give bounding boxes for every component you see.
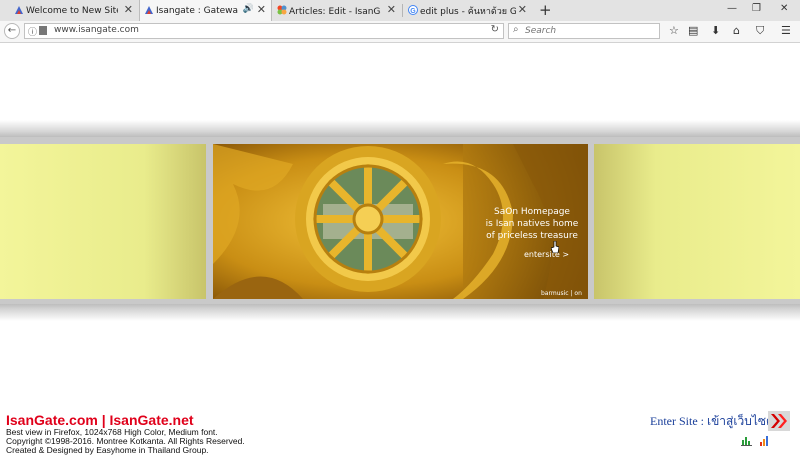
hero-caption-line: is Isan natives home bbox=[485, 219, 579, 229]
gallery-bottom-shadow bbox=[0, 304, 800, 321]
tab-title: Isangate : Gateway to Nor bbox=[156, 5, 238, 16]
gallery-right-panel bbox=[594, 144, 800, 299]
minimize-button[interactable]: — bbox=[727, 3, 737, 14]
tab-bar: Welcome to New Site - Isan ✕ Isangate : … bbox=[0, 0, 800, 22]
url-text[interactable]: www.isangate.com bbox=[54, 25, 139, 35]
tab-title: Articles: Edit - IsanGate : ประ bbox=[289, 6, 381, 17]
reload-icon[interactable]: ↻ bbox=[491, 24, 499, 35]
hero-caption-line: SaOn Homepage bbox=[494, 207, 570, 217]
url-bar[interactable]: ⓘ www.isangate.com ↻ bbox=[24, 23, 504, 39]
reading-list-icon[interactable]: ▤ bbox=[688, 23, 698, 39]
back-icon[interactable]: ← bbox=[4, 23, 20, 39]
enter-site-button[interactable]: Enter Site : เข้าสู่เว็บไซต์ bbox=[650, 412, 774, 431]
tab-separator bbox=[402, 4, 403, 17]
home-icon[interactable]: ⌂ bbox=[733, 23, 740, 39]
site-favicon-icon bbox=[15, 6, 23, 14]
bookmark-star-icon[interactable]: ☆ bbox=[669, 23, 679, 39]
tab-articles-edit[interactable]: Articles: Edit - IsanGate : ประ ✕ bbox=[273, 0, 401, 21]
tab-welcome[interactable]: Welcome to New Site - Isan ✕ bbox=[10, 0, 138, 21]
hero-brand-mark: barmusic | on bbox=[541, 290, 582, 297]
close-tab-icon[interactable]: ✕ bbox=[518, 3, 527, 17]
svg-text:G: G bbox=[410, 8, 416, 15]
google-favicon-icon: G bbox=[408, 5, 418, 15]
tab-title: edit plus - ค้นหาด้วย Google bbox=[420, 6, 516, 17]
close-window-button[interactable]: ✕ bbox=[780, 3, 788, 14]
enter-site-link[interactable]: entersite > bbox=[524, 250, 569, 259]
search-input[interactable] bbox=[525, 25, 655, 37]
gallery-top-shadow bbox=[0, 120, 800, 137]
close-tab-icon[interactable]: ✕ bbox=[257, 3, 266, 17]
footer-brand[interactable]: IsanGate.com | IsanGate.net bbox=[6, 412, 194, 428]
new-tab-button[interactable]: + bbox=[539, 2, 552, 18]
pocket-icon[interactable]: ⛉ bbox=[756, 23, 764, 39]
download-icon[interactable]: ⬇ bbox=[711, 23, 720, 39]
site-favicon-icon bbox=[145, 6, 153, 14]
close-tab-icon[interactable]: ✕ bbox=[387, 3, 396, 17]
info-icon[interactable]: ⓘ bbox=[28, 25, 37, 38]
joomla-favicon-icon bbox=[277, 5, 287, 15]
speaker-icon[interactable]: 🔊 bbox=[243, 4, 254, 14]
gallery-left-panel bbox=[0, 144, 206, 299]
footer-line: Created & Designed by Easyhome in Thaila… bbox=[6, 445, 209, 455]
search-bar[interactable]: ⌕ bbox=[508, 23, 660, 39]
tab-isangate[interactable]: Isangate : Gateway to Nor 🔊 ✕ bbox=[139, 0, 272, 21]
mouse-cursor-icon bbox=[551, 241, 559, 253]
stats-chart-icon[interactable] bbox=[741, 435, 752, 446]
close-tab-icon[interactable]: ✕ bbox=[124, 3, 133, 17]
menu-icon[interactable]: ☰ bbox=[781, 23, 791, 39]
tab-title: Welcome to New Site - Isan bbox=[26, 5, 118, 16]
hero-caption-line: of priceless treasure bbox=[486, 231, 578, 241]
double-chevron-right-icon[interactable] bbox=[768, 411, 790, 431]
restore-button[interactable]: ❐ bbox=[752, 3, 761, 14]
nav-bar: ← ⓘ www.isangate.com ↻ ⌕ ☆ ▤ ⬇ ⌂ ⛉ ☰ bbox=[0, 21, 800, 43]
counter-bars-icon[interactable] bbox=[759, 435, 770, 446]
page-icon bbox=[39, 26, 47, 35]
tab-google-search[interactable]: G edit plus - ค้นหาด้วย Google ✕ bbox=[404, 0, 532, 21]
hero-caption: SaOn Homepage is Isan natives home of pr… bbox=[482, 206, 582, 242]
search-icon: ⌕ bbox=[513, 24, 519, 35]
